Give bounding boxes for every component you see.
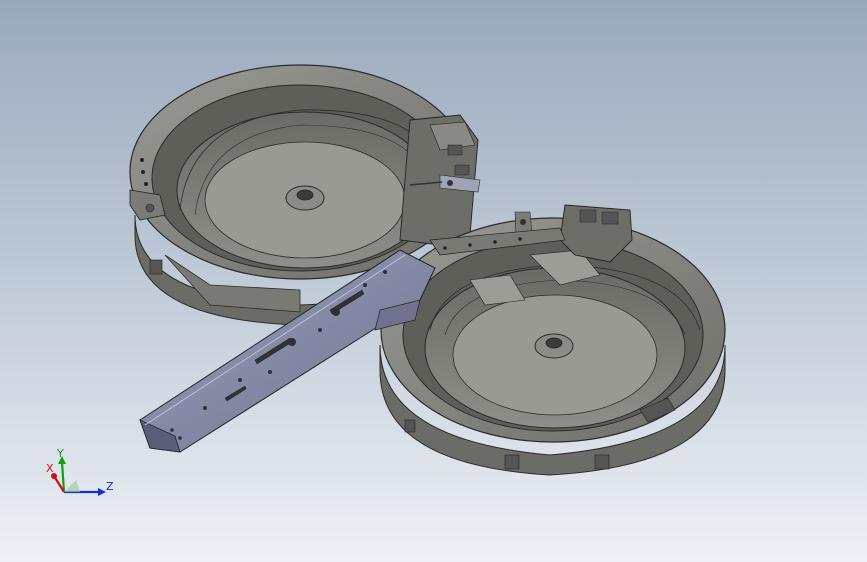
reference-triad: Z Y X: [46, 448, 114, 496]
right-vibratory-bowl[interactable]: [379, 204, 726, 476]
axis-y-label: Y: [56, 448, 64, 460]
axis-z-label: Z: [106, 480, 114, 493]
cad-model-scene[interactable]: [0, 0, 867, 562]
graphics-viewport[interactable]: Z Y X: [0, 0, 867, 562]
axis-z-arrow: [98, 488, 106, 496]
axis-x-label: X: [46, 462, 54, 475]
